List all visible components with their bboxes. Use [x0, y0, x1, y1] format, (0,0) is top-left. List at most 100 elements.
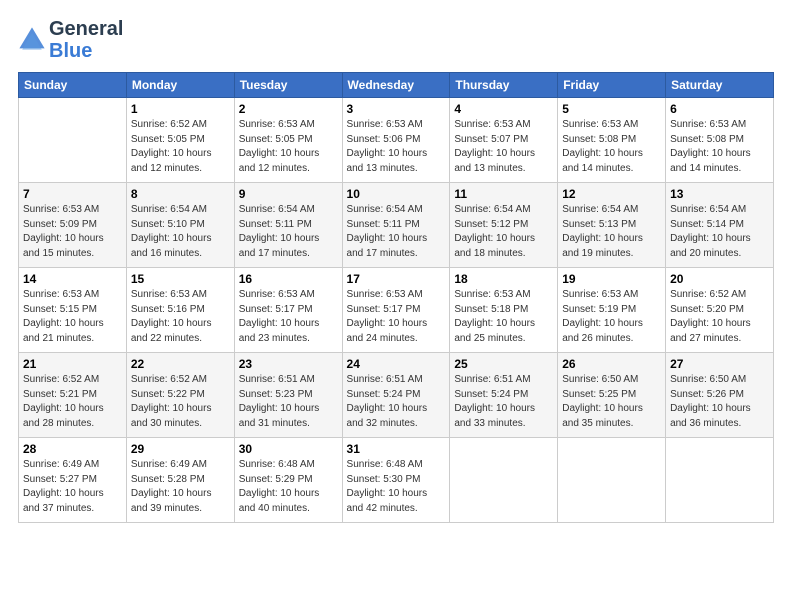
calendar-cell: 3 Sunrise: 6:53 AMSunset: 5:06 PMDaylight… [342, 98, 450, 183]
calendar-cell: 6 Sunrise: 6:53 AMSunset: 5:08 PMDaylight… [666, 98, 774, 183]
calendar-cell: 13 Sunrise: 6:54 AMSunset: 5:14 PMDayligh… [666, 183, 774, 268]
day-info: Sunrise: 6:51 AMSunset: 5:24 PMDaylight:… [347, 373, 446, 431]
weekday-header-tuesday: Tuesday [234, 73, 342, 98]
day-info: Sunrise: 6:48 AMSunset: 5:30 PMDaylight:… [347, 458, 446, 516]
logo-icon [18, 26, 46, 54]
calendar-cell: 7Sunrise: 6:53 AMSunset: 5:09 PMDaylight… [19, 183, 127, 268]
day-info: Sunrise: 6:53 AMSunset: 5:08 PMDaylight:… [670, 118, 769, 176]
day-info: Sunrise: 6:52 AMSunset: 5:20 PMDaylight:… [670, 288, 769, 346]
day-number: 29 [131, 442, 230, 456]
calendar-cell [558, 438, 666, 523]
calendar-cell: 17Sunrise: 6:53 AMSunset: 5:17 PMDayligh… [342, 268, 450, 353]
week-row-0: 1 Sunrise: 6:52 AMSunset: 5:05 PMDaylight… [19, 98, 774, 183]
day-info: Sunrise: 6:53 AMSunset: 5:17 PMDaylight:… [239, 288, 338, 346]
week-row-4: 28 Sunrise: 6:49 AMSunset: 5:27 PMDayligh… [19, 438, 774, 523]
day-number: 15 [131, 272, 230, 286]
calendar-cell: 30Sunrise: 6:48 AMSunset: 5:29 PMDayligh… [234, 438, 342, 523]
day-number: 22 [131, 357, 230, 371]
day-number: 18 [454, 272, 553, 286]
calendar-cell: 15 Sunrise: 6:53 AMSunset: 5:16 PMDayligh… [126, 268, 234, 353]
day-info: Sunrise: 6:53 AMSunset: 5:18 PMDaylight:… [454, 288, 553, 346]
calendar-cell: 23Sunrise: 6:51 AMSunset: 5:23 PMDayligh… [234, 353, 342, 438]
calendar-cell: 1 Sunrise: 6:52 AMSunset: 5:05 PMDaylight… [126, 98, 234, 183]
calendar-cell: 20 Sunrise: 6:52 AMSunset: 5:20 PMDayligh… [666, 268, 774, 353]
header: General Blue [18, 18, 774, 62]
day-number: 27 [670, 357, 769, 371]
day-info: Sunrise: 6:50 AMSunset: 5:25 PMDaylight:… [562, 373, 661, 431]
day-info: Sunrise: 6:53 AMSunset: 5:17 PMDaylight:… [347, 288, 446, 346]
day-number: 6 [670, 102, 769, 116]
calendar-cell: 12 Sunrise: 6:54 AMSunset: 5:13 PMDayligh… [558, 183, 666, 268]
day-number: 28 [23, 442, 122, 456]
day-number: 31 [347, 442, 446, 456]
logo: General Blue [18, 18, 123, 62]
day-number: 7 [23, 187, 122, 201]
weekday-header-saturday: Saturday [666, 73, 774, 98]
calendar-cell: 4Sunrise: 6:53 AMSunset: 5:07 PMDaylight… [450, 98, 558, 183]
week-row-3: 21 Sunrise: 6:52 AMSunset: 5:21 PMDayligh… [19, 353, 774, 438]
day-info: Sunrise: 6:52 AMSunset: 5:21 PMDaylight:… [23, 373, 122, 431]
calendar-header-row: SundayMondayTuesdayWednesdayThursdayFrid… [19, 73, 774, 98]
weekday-header-friday: Friday [558, 73, 666, 98]
calendar-cell: 16 Sunrise: 6:53 AMSunset: 5:17 PMDayligh… [234, 268, 342, 353]
day-number: 2 [239, 102, 338, 116]
calendar-cell: 14 Sunrise: 6:53 AMSunset: 5:15 PMDayligh… [19, 268, 127, 353]
calendar-cell [666, 438, 774, 523]
day-number: 1 [131, 102, 230, 116]
day-info: Sunrise: 6:52 AMSunset: 5:22 PMDaylight:… [131, 373, 230, 431]
day-info: Sunrise: 6:49 AMSunset: 5:27 PMDaylight:… [23, 458, 122, 516]
day-info: Sunrise: 6:53 AMSunset: 5:06 PMDaylight:… [347, 118, 446, 176]
day-number: 16 [239, 272, 338, 286]
day-number: 14 [23, 272, 122, 286]
calendar-table: SundayMondayTuesdayWednesdayThursdayFrid… [18, 72, 774, 523]
day-number: 8 [131, 187, 230, 201]
day-number: 26 [562, 357, 661, 371]
day-info: Sunrise: 6:54 AMSunset: 5:11 PMDaylight:… [239, 203, 338, 261]
day-info: Sunrise: 6:53 AMSunset: 5:08 PMDaylight:… [562, 118, 661, 176]
day-number: 20 [670, 272, 769, 286]
day-number: 30 [239, 442, 338, 456]
calendar-cell: 2 Sunrise: 6:53 AMSunset: 5:05 PMDaylight… [234, 98, 342, 183]
day-info: Sunrise: 6:53 AMSunset: 5:05 PMDaylight:… [239, 118, 338, 176]
week-row-2: 14 Sunrise: 6:53 AMSunset: 5:15 PMDayligh… [19, 268, 774, 353]
calendar-cell: 24Sunrise: 6:51 AMSunset: 5:24 PMDayligh… [342, 353, 450, 438]
day-info: Sunrise: 6:54 AMSunset: 5:10 PMDaylight:… [131, 203, 230, 261]
logo-text-line2: Blue [49, 40, 123, 62]
week-row-1: 7Sunrise: 6:53 AMSunset: 5:09 PMDaylight… [19, 183, 774, 268]
weekday-header-monday: Monday [126, 73, 234, 98]
weekday-header-thursday: Thursday [450, 73, 558, 98]
calendar-cell [450, 438, 558, 523]
day-number: 9 [239, 187, 338, 201]
calendar-cell: 31 Sunrise: 6:48 AMSunset: 5:30 PMDayligh… [342, 438, 450, 523]
calendar-cell: 10 Sunrise: 6:54 AMSunset: 5:11 PMDayligh… [342, 183, 450, 268]
day-info: Sunrise: 6:53 AMSunset: 5:16 PMDaylight:… [131, 288, 230, 346]
calendar-cell [19, 98, 127, 183]
day-number: 4 [454, 102, 553, 116]
day-info: Sunrise: 6:54 AMSunset: 5:13 PMDaylight:… [562, 203, 661, 261]
day-number: 13 [670, 187, 769, 201]
calendar-cell: 21 Sunrise: 6:52 AMSunset: 5:21 PMDayligh… [19, 353, 127, 438]
day-number: 5 [562, 102, 661, 116]
day-number: 21 [23, 357, 122, 371]
day-info: Sunrise: 6:50 AMSunset: 5:26 PMDaylight:… [670, 373, 769, 431]
calendar-cell: 11 Sunrise: 6:54 AMSunset: 5:12 PMDayligh… [450, 183, 558, 268]
calendar-cell: 19 Sunrise: 6:53 AMSunset: 5:19 PMDayligh… [558, 268, 666, 353]
day-info: Sunrise: 6:52 AMSunset: 5:05 PMDaylight:… [131, 118, 230, 176]
calendar-cell: 27 Sunrise: 6:50 AMSunset: 5:26 PMDayligh… [666, 353, 774, 438]
day-info: Sunrise: 6:54 AMSunset: 5:11 PMDaylight:… [347, 203, 446, 261]
day-info: Sunrise: 6:51 AMSunset: 5:24 PMDaylight:… [454, 373, 553, 431]
day-number: 19 [562, 272, 661, 286]
day-number: 11 [454, 187, 553, 201]
day-number: 3 [347, 102, 446, 116]
logo-text-line1: General [49, 18, 123, 40]
calendar-cell: 26 Sunrise: 6:50 AMSunset: 5:25 PMDayligh… [558, 353, 666, 438]
day-number: 12 [562, 187, 661, 201]
calendar-cell: 9 Sunrise: 6:54 AMSunset: 5:11 PMDaylight… [234, 183, 342, 268]
day-info: Sunrise: 6:54 AMSunset: 5:14 PMDaylight:… [670, 203, 769, 261]
calendar-cell: 25Sunrise: 6:51 AMSunset: 5:24 PMDayligh… [450, 353, 558, 438]
day-info: Sunrise: 6:53 AMSunset: 5:15 PMDaylight:… [23, 288, 122, 346]
day-info: Sunrise: 6:53 AMSunset: 5:19 PMDaylight:… [562, 288, 661, 346]
day-number: 10 [347, 187, 446, 201]
page: General Blue SundayMondayTuesdayWednesda… [0, 0, 792, 612]
day-info: Sunrise: 6:54 AMSunset: 5:12 PMDaylight:… [454, 203, 553, 261]
